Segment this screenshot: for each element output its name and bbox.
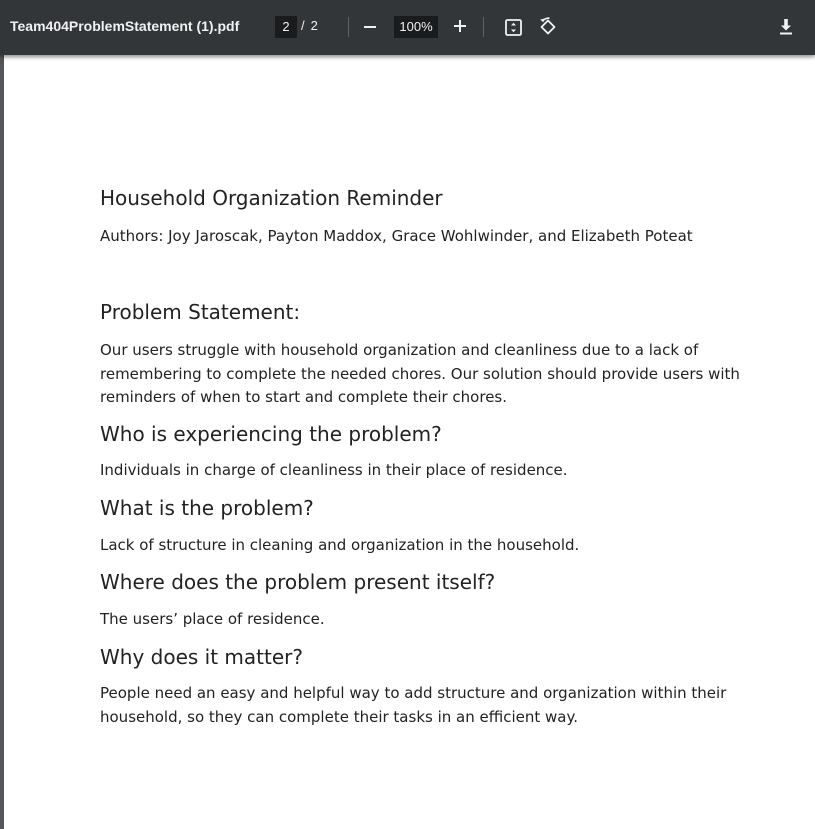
toolbar-divider [348, 17, 349, 37]
section-heading: Why does it matter? [100, 645, 303, 669]
rotate-button[interactable] [537, 16, 559, 38]
section-heading: Who is experiencing the problem? [100, 422, 442, 446]
document-title: Household Organization Reminder [100, 186, 443, 210]
file-name: Team404ProblemStatement (1).pdf [10, 18, 240, 34]
pdf-toolbar: Team404ProblemStatement (1).pdf 2 /2 100… [0, 0, 815, 55]
section-body: Our users struggle with household organi… [100, 341, 740, 406]
section-body: People need an easy and helpful way to a… [100, 684, 727, 726]
section-heading: Problem Statement: [100, 300, 301, 324]
zoom-out-button[interactable] [361, 18, 379, 36]
document-viewer[interactable]: Household Organization Reminder Authors:… [0, 55, 815, 829]
fit-to-page-button[interactable] [504, 18, 523, 37]
zoom-in-button[interactable] [451, 17, 469, 35]
current-page-input[interactable]: 2 [275, 16, 297, 38]
toolbar-divider [483, 17, 484, 37]
pdf-page: Household Organization Reminder Authors:… [4, 55, 815, 829]
section-heading: Where does the problem present itself? [100, 570, 496, 594]
total-pages: 2 [310, 18, 318, 33]
section-body: The users’ place of residence. [100, 610, 325, 628]
zoom-level-input[interactable]: 100% [394, 16, 438, 38]
section-body: Lack of structure in cleaning and organi… [100, 536, 580, 554]
page-count: /2 [301, 18, 318, 33]
section-heading: What is the problem? [100, 496, 314, 520]
download-icon [780, 19, 792, 35]
page-separator: / [301, 18, 305, 33]
rotate-icon [540, 17, 556, 35]
document-authors: Authors: Joy Jaroscak, Payton Maddox, Gr… [100, 227, 693, 245]
fit-to-page-icon [505, 19, 522, 36]
download-button[interactable] [777, 17, 795, 37]
section-body: Individuals in charge of cleanliness in … [100, 461, 568, 479]
